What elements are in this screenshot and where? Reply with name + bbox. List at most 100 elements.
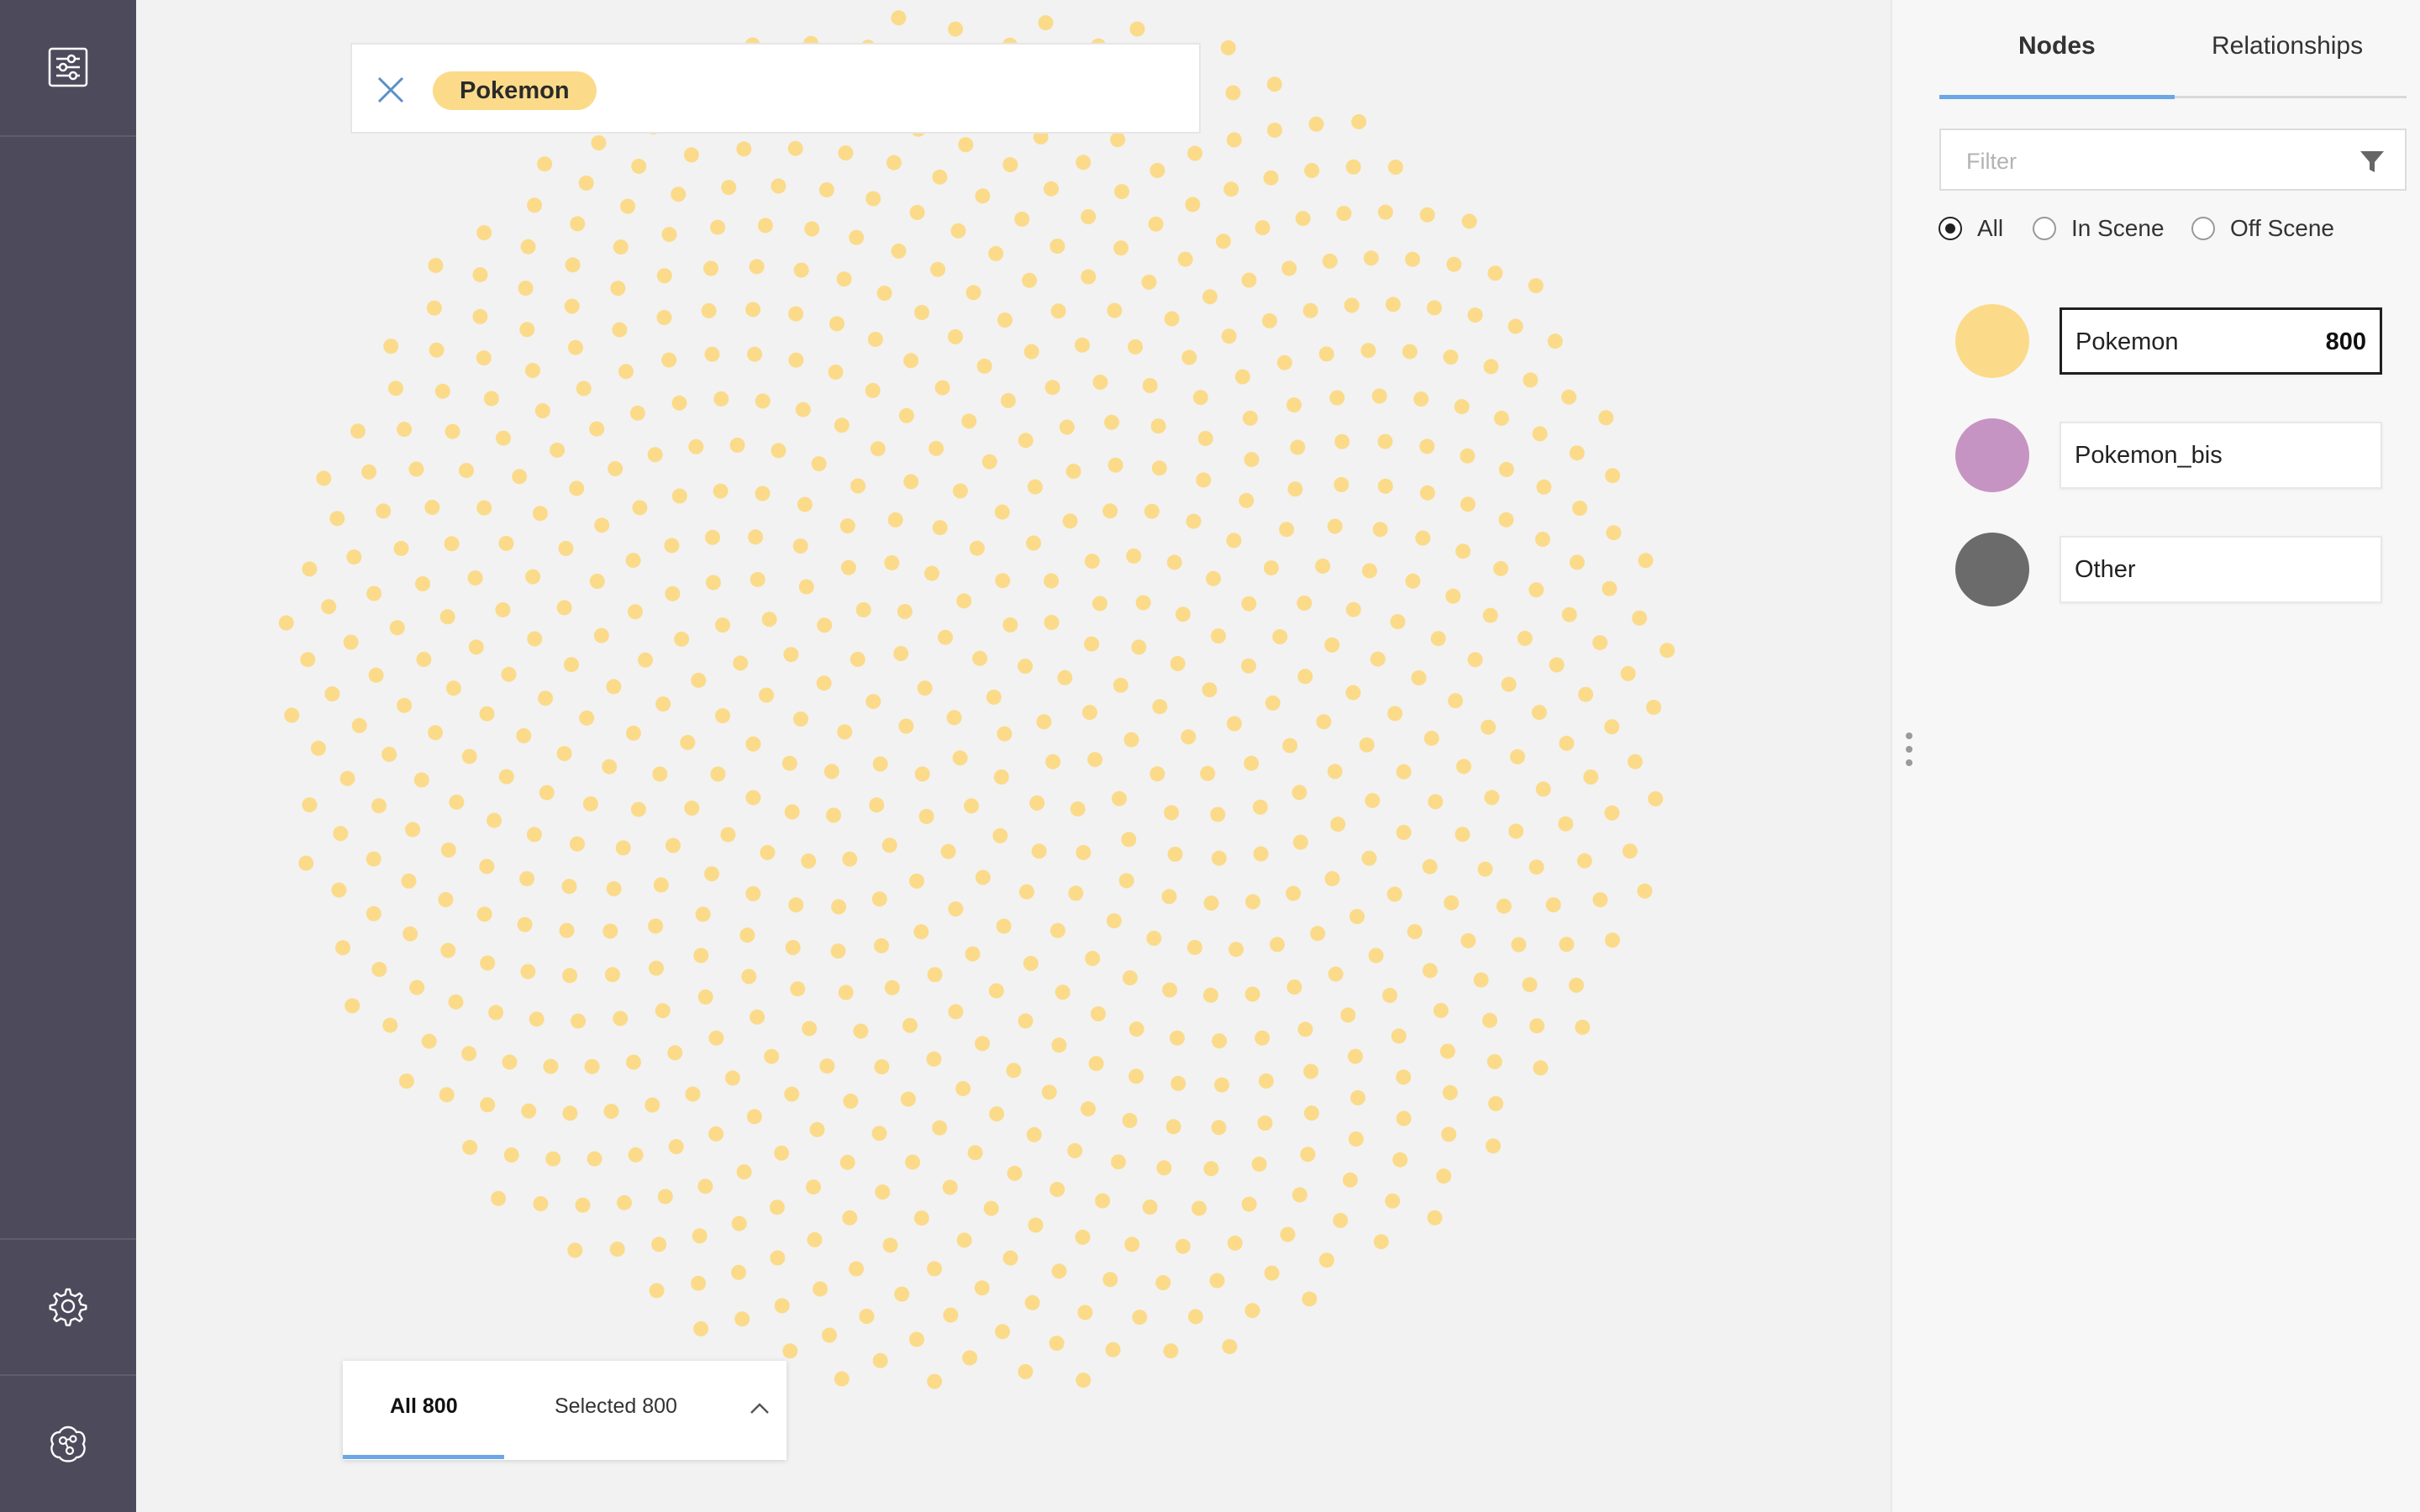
graph-node[interactable] [1081, 705, 1097, 721]
graph-node[interactable] [1572, 501, 1587, 516]
graph-node[interactable] [1310, 926, 1326, 942]
graph-node[interactable] [1200, 765, 1216, 781]
graph-node[interactable] [1187, 1309, 1203, 1325]
graph-node[interactable] [1241, 596, 1257, 612]
graph-node[interactable] [688, 438, 704, 454]
graph-node[interactable] [647, 447, 663, 463]
graph-node[interactable] [402, 926, 418, 942]
graph-node[interactable] [1170, 1030, 1185, 1046]
graph-node[interactable] [1181, 349, 1197, 365]
query-label-chip[interactable]: Pokemon [433, 71, 597, 110]
graph-node[interactable] [745, 886, 761, 901]
graph-node[interactable] [1531, 705, 1547, 721]
graph-node[interactable] [934, 380, 950, 396]
graph-node[interactable] [1632, 610, 1648, 626]
graph-node[interactable] [545, 1151, 561, 1167]
graph-node[interactable] [459, 463, 474, 479]
graph-node[interactable] [713, 483, 729, 499]
graph-node[interactable] [809, 1121, 825, 1137]
graph-node[interactable] [1152, 699, 1168, 715]
graph-node[interactable] [1128, 1021, 1144, 1037]
graph-node[interactable] [1051, 1263, 1067, 1279]
category-color-swatch[interactable] [1955, 533, 2029, 606]
graph-node[interactable] [1547, 333, 1563, 349]
graph-node[interactable] [440, 842, 456, 858]
graph-node[interactable] [997, 726, 1013, 742]
graph-node[interactable] [793, 262, 809, 278]
graph-node[interactable] [559, 922, 575, 938]
graph-node[interactable] [1349, 909, 1365, 925]
graph-node[interactable] [1192, 390, 1208, 406]
graph-node[interactable] [680, 734, 696, 750]
graph-node[interactable] [439, 1087, 455, 1103]
graph-node[interactable] [1255, 220, 1270, 236]
graph-node[interactable] [1202, 289, 1218, 305]
graph-node[interactable] [1561, 606, 1577, 622]
graph-node[interactable] [731, 1264, 747, 1280]
graph-node[interactable] [1104, 414, 1119, 430]
graph-node[interactable] [1348, 1131, 1364, 1147]
graph-node[interactable] [1225, 85, 1241, 101]
graph-node[interactable] [769, 1200, 785, 1215]
graph-node[interactable] [449, 794, 465, 810]
graph-node[interactable] [1385, 1193, 1401, 1209]
graph-node[interactable] [1423, 730, 1439, 746]
graph-node[interactable] [671, 488, 687, 504]
graph-node[interactable] [1186, 513, 1202, 529]
graph-node[interactable] [1241, 1196, 1257, 1212]
graph-node[interactable] [1411, 670, 1427, 685]
graph-node[interactable] [1510, 748, 1525, 764]
graph-node[interactable] [1455, 543, 1471, 559]
graph-node[interactable] [1344, 297, 1360, 313]
graph-node[interactable] [527, 631, 543, 647]
graph-node[interactable] [1124, 1236, 1140, 1252]
graph-node[interactable] [1606, 525, 1622, 541]
graph-node[interactable] [1276, 354, 1292, 370]
graph-node[interactable] [1214, 1077, 1229, 1093]
graph-node[interactable] [1226, 533, 1242, 549]
graph-node[interactable] [1304, 163, 1320, 178]
graph-node[interactable] [994, 504, 1010, 520]
graph-node[interactable] [886, 155, 902, 171]
graph-node[interactable] [1018, 1013, 1034, 1029]
graph-node[interactable] [401, 873, 417, 889]
graph-node[interactable] [1023, 344, 1039, 360]
graph-node[interactable] [525, 569, 541, 585]
graph-node[interactable] [1329, 390, 1345, 406]
graph-node[interactable] [1036, 714, 1052, 730]
graph-node[interactable] [591, 135, 607, 150]
graph-node[interactable] [741, 969, 757, 984]
graph-node[interactable] [771, 443, 786, 459]
graph-node[interactable] [834, 1371, 850, 1387]
graph-node[interactable] [948, 901, 964, 917]
graph-node[interactable] [932, 1120, 948, 1136]
graph-node[interactable] [745, 790, 761, 806]
graph-node[interactable] [1226, 132, 1242, 148]
graph-node[interactable] [823, 764, 839, 780]
graph-node[interactable] [817, 617, 833, 633]
graph-node[interactable] [298, 855, 314, 871]
graph-node[interactable] [838, 145, 854, 161]
graph-node[interactable] [1265, 695, 1281, 711]
graph-node[interactable] [704, 346, 720, 362]
graph-node[interactable] [1245, 894, 1260, 910]
graph-node[interactable] [992, 827, 1008, 843]
graph-node[interactable] [589, 574, 605, 589]
graph-node[interactable] [1132, 1310, 1148, 1326]
graph-node[interactable] [343, 634, 359, 650]
graph-node[interactable] [1113, 240, 1129, 256]
graph-node[interactable] [324, 686, 340, 702]
graph-node[interactable] [746, 1109, 762, 1125]
graph-node[interactable] [589, 421, 605, 437]
graph-node[interactable] [1328, 966, 1344, 982]
graph-node[interactable] [1302, 302, 1318, 318]
graph-node[interactable] [1111, 1154, 1126, 1170]
graph-node[interactable] [671, 395, 687, 411]
graph-node[interactable] [1498, 512, 1514, 528]
graph-node[interactable] [1445, 588, 1461, 604]
graph-node[interactable] [383, 339, 399, 354]
radio-in-scene[interactable]: In Scene [2033, 215, 2165, 242]
graph-node[interactable] [1002, 617, 1018, 633]
graph-node[interactable] [1532, 426, 1548, 442]
graph-node[interactable] [965, 285, 981, 301]
